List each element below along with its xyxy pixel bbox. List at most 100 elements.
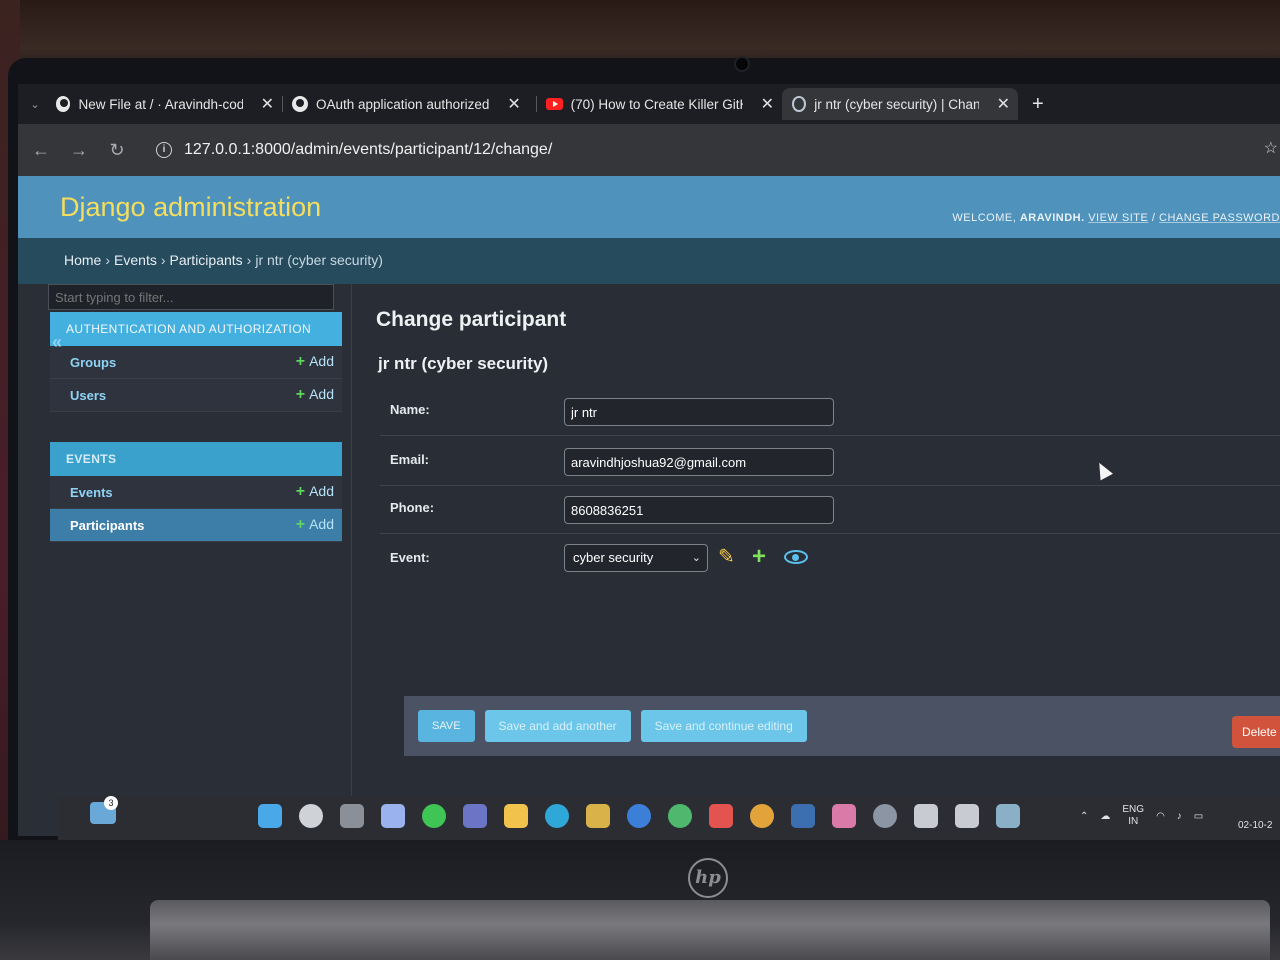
sidebar-item-label[interactable]: Users bbox=[70, 388, 106, 403]
whatsapp-icon[interactable] bbox=[422, 804, 446, 828]
event-select[interactable]: cyber security ⌄ bbox=[564, 544, 708, 572]
reload-icon[interactable]: ↻ bbox=[108, 140, 126, 161]
volume-icon[interactable]: ♪ bbox=[1177, 811, 1182, 822]
tab-title: New File at / · Aravindh-coder/ bbox=[78, 96, 243, 112]
user-tools: WELCOME, ARAVINDH. VIEW SITE / CHANGE PA… bbox=[952, 212, 1280, 224]
app-icon[interactable] bbox=[832, 804, 856, 828]
copilot-icon[interactable] bbox=[381, 804, 405, 828]
mcafee-icon[interactable] bbox=[709, 804, 733, 828]
terminal-icon[interactable] bbox=[996, 804, 1020, 828]
add-events-link[interactable]: + Add bbox=[296, 483, 334, 501]
add-label: Add bbox=[309, 353, 334, 369]
change-password-link[interactable]: CHANGE PASSWORD bbox=[1159, 212, 1280, 224]
tab-django-change-participant[interactable]: jr ntr (cyber security) | Change p ✕ bbox=[782, 88, 1018, 120]
add-users-link[interactable]: + Add bbox=[296, 386, 334, 404]
start-icon[interactable] bbox=[258, 804, 282, 828]
module-caption-auth[interactable]: AUTHENTICATION AND AUTHORIZATION bbox=[50, 312, 342, 346]
breadcrumb-home[interactable]: Home bbox=[64, 252, 101, 268]
plus-icon: + bbox=[295, 483, 306, 500]
laptop-hinge bbox=[150, 900, 1270, 960]
tab-title: jr ntr (cyber security) | Change p bbox=[814, 96, 979, 112]
plus-icon: + bbox=[295, 386, 306, 403]
nav-filter-input[interactable] bbox=[48, 284, 334, 310]
git-icon[interactable] bbox=[955, 804, 979, 828]
site-info-icon[interactable]: i bbox=[156, 142, 172, 158]
nav-sidebar: AUTHENTICATION AND AUTHORIZATION Groups … bbox=[18, 284, 352, 836]
add-related-plus-icon[interactable]: + bbox=[752, 544, 766, 570]
bookmark-star-icon[interactable]: ☆ bbox=[1264, 138, 1278, 158]
forward-arrow-icon[interactable]: → bbox=[70, 140, 88, 161]
username: ARAVINDH. bbox=[1019, 212, 1085, 224]
site-branding[interactable]: Django administration bbox=[60, 192, 321, 223]
laptop-screen: ⌄ New File at / · Aravindh-coder/ ✕ OAut… bbox=[18, 84, 1280, 836]
edge-icon[interactable] bbox=[545, 804, 569, 828]
app-icon[interactable] bbox=[668, 804, 692, 828]
phone-label: Phone: bbox=[390, 500, 435, 515]
tab-youtube-video[interactable]: (70) How to Create Killer GitHu ✕ bbox=[536, 88, 782, 120]
search-icon[interactable] bbox=[299, 804, 323, 828]
app-icon[interactable] bbox=[791, 804, 815, 828]
task-view-icon[interactable] bbox=[340, 804, 364, 828]
url-text: 127.0.0.1:8000/admin/events/participant/… bbox=[184, 141, 553, 158]
github-desktop-icon[interactable] bbox=[873, 804, 897, 828]
add-participants-link[interactable]: + Add bbox=[296, 516, 334, 534]
name-field[interactable] bbox=[564, 398, 834, 426]
phone-field[interactable] bbox=[564, 496, 834, 524]
save-and-add-another-button[interactable]: Save and add another bbox=[484, 710, 631, 742]
form-row-email: Email: bbox=[380, 438, 1280, 486]
event-select-value: cyber security bbox=[573, 550, 654, 565]
close-icon[interactable]: ✕ bbox=[507, 94, 520, 114]
tab-oauth-authorized[interactable]: OAuth application authorized ✕ bbox=[282, 88, 537, 120]
add-label: Add bbox=[309, 516, 334, 532]
main-content: Change participant jr ntr (cyber securit… bbox=[376, 284, 1280, 836]
breadcrumb-participants[interactable]: Participants bbox=[170, 252, 243, 268]
chrome-icon[interactable] bbox=[750, 804, 774, 828]
breadcrumb-separator: › bbox=[105, 252, 111, 268]
add-groups-link[interactable]: + Add bbox=[296, 353, 334, 371]
save-and-continue-button[interactable]: Save and continue editing bbox=[640, 710, 807, 742]
delete-button[interactable]: Delete bbox=[1232, 716, 1280, 748]
save-button[interactable]: SAVE bbox=[418, 710, 475, 742]
file-explorer-icon[interactable] bbox=[504, 804, 528, 828]
address-bar[interactable]: i 127.0.0.1:8000/admin/events/participan… bbox=[146, 133, 1146, 167]
plus-icon: + bbox=[295, 353, 306, 370]
breadcrumb-current: jr ntr (cyber security) bbox=[255, 252, 383, 268]
git-icon[interactable] bbox=[914, 804, 938, 828]
github-icon bbox=[292, 96, 308, 112]
form-row-phone: Phone: bbox=[380, 486, 1280, 534]
change-related-pencil-icon[interactable]: ✎ bbox=[718, 544, 735, 570]
battery-icon[interactable]: ▭ bbox=[1194, 811, 1203, 822]
tab-title: (70) How to Create Killer GitHu bbox=[570, 96, 743, 112]
tab-search-icon[interactable]: ⌄ bbox=[24, 98, 46, 111]
language-indicator[interactable]: ENG IN bbox=[1122, 804, 1144, 828]
breadcrumb: Home › Events › Participants › jr ntr (cyber s… bbox=[18, 238, 1280, 284]
teams-icon[interactable] bbox=[463, 804, 487, 828]
onedrive-icon[interactable]: ☁ bbox=[1100, 811, 1110, 822]
new-tab-button[interactable]: + bbox=[1032, 93, 1044, 116]
youtube-icon bbox=[546, 98, 563, 110]
email-field[interactable] bbox=[564, 448, 834, 476]
toggle-sidebar-icon[interactable]: « bbox=[52, 332, 62, 353]
tab-github-new-file[interactable]: New File at / · Aravindh-coder/ ✕ bbox=[46, 88, 283, 120]
close-icon[interactable]: ✕ bbox=[761, 94, 774, 114]
sidebar-item-label[interactable]: Participants bbox=[70, 518, 144, 533]
sidebar-item-label[interactable]: Events bbox=[70, 485, 113, 500]
store-icon[interactable] bbox=[586, 804, 610, 828]
back-arrow-icon[interactable]: ← bbox=[32, 140, 50, 161]
close-icon[interactable]: ✕ bbox=[261, 94, 274, 114]
close-icon[interactable]: ✕ bbox=[997, 94, 1010, 114]
view-site-link[interactable]: VIEW SITE bbox=[1088, 212, 1148, 224]
breadcrumb-events[interactable]: Events bbox=[114, 252, 157, 268]
module-caption-events[interactable]: EVENTS bbox=[50, 442, 342, 476]
welcome-text: WELCOME, bbox=[952, 212, 1017, 224]
sidebar-item-events: Events + Add bbox=[50, 476, 342, 509]
view-related-eye-icon[interactable] bbox=[784, 550, 808, 564]
hp-icon[interactable] bbox=[627, 804, 651, 828]
clock-date[interactable]: 02-10-2 bbox=[1238, 820, 1272, 831]
sidebar-item-participants: Participants + Add bbox=[50, 509, 342, 542]
sidebar-item-label[interactable]: Groups bbox=[70, 355, 116, 370]
chevron-up-icon[interactable]: ⌃ bbox=[1080, 811, 1088, 822]
user-tools-separator: / bbox=[1151, 212, 1156, 224]
wifi-icon[interactable]: ◠ bbox=[1156, 811, 1165, 822]
browser-tab-bar: ⌄ New File at / · Aravindh-coder/ ✕ OAut… bbox=[18, 84, 1280, 124]
